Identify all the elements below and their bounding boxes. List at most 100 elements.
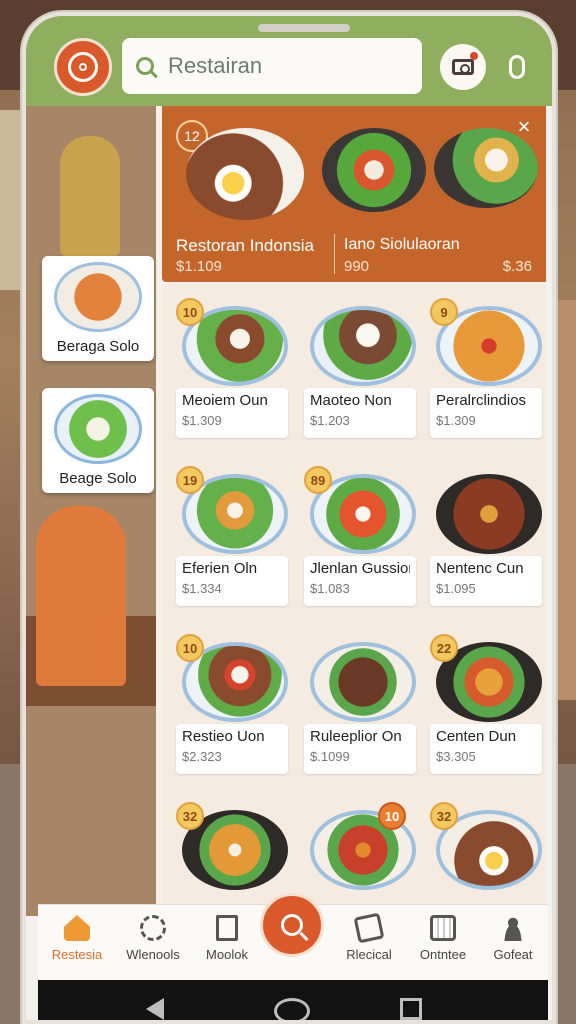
diner-illustration bbox=[60, 136, 120, 256]
nav-label: Gofeat bbox=[493, 947, 533, 962]
menu-item-price: $3.305 bbox=[436, 749, 476, 764]
menu-item-name: Peralrclindios bbox=[436, 392, 527, 409]
home-button-icon[interactable] bbox=[274, 998, 310, 1020]
menu-item-name: Meoiem Oun bbox=[182, 392, 268, 409]
menu-card[interactable]: 89 Jlenlan Gussions $1.083 bbox=[294, 456, 418, 616]
menu-card-badge: 9 bbox=[430, 298, 458, 326]
menu-item-name: Ruleeplior On bbox=[310, 728, 402, 745]
menu-item-price: $1.334 bbox=[182, 581, 222, 596]
nav-item-home[interactable]: Restesia bbox=[42, 915, 112, 962]
menu-card[interactable]: 9 Peralrclindios $1.309 bbox=[420, 288, 544, 448]
home-icon bbox=[64, 915, 90, 941]
dish-image bbox=[54, 262, 142, 332]
search-icon bbox=[281, 914, 303, 936]
nav-label: Restesia bbox=[51, 947, 103, 962]
dish-image bbox=[310, 642, 416, 722]
menu-card[interactable]: Ruleeplior On $.1099 bbox=[294, 624, 418, 784]
nav-label: Ontntee bbox=[419, 947, 467, 962]
dish-image bbox=[434, 128, 538, 208]
document-icon bbox=[216, 915, 238, 941]
side-card-label: Beraga Solo bbox=[56, 338, 140, 355]
menu-card-badge: 32 bbox=[176, 802, 204, 830]
bottom-navigation: Restesia Wlenools Moolok Rlecical Ontnte… bbox=[38, 893, 548, 980]
featured-price: 990 bbox=[344, 258, 370, 275]
nav-label: Rlecical bbox=[346, 947, 392, 962]
camera-icon bbox=[452, 59, 474, 75]
menu-card[interactable]: 19 Eferien Oln $1.334 bbox=[166, 456, 290, 616]
camera-button[interactable] bbox=[440, 44, 486, 90]
menu-card-info: Meoiem Oun $1.309 bbox=[176, 388, 288, 438]
search-icon bbox=[136, 57, 154, 75]
microphone-icon bbox=[509, 55, 525, 79]
nav-item-book[interactable]: Moolok bbox=[192, 915, 262, 962]
nav-item-menus[interactable]: Wlenools bbox=[118, 915, 188, 962]
menu-card[interactable]: 10 Meoiem Oun $1.309 bbox=[166, 288, 290, 448]
pen-icon bbox=[353, 912, 385, 944]
menu-card[interactable]: 32 bbox=[166, 792, 290, 916]
restaurant-scene bbox=[26, 106, 156, 916]
menu-card-badge: 10 bbox=[378, 802, 406, 830]
back-icon[interactable] bbox=[146, 998, 164, 1020]
menu-card-info: Centen Dun $3.305 bbox=[430, 724, 542, 774]
menu-card-info: Nentenc Cun $1.095 bbox=[430, 556, 542, 606]
nav-item-profile[interactable]: Gofeat bbox=[478, 915, 548, 962]
menu-item-price: $1.203 bbox=[310, 413, 350, 428]
menu-card-info: Eferien Oln $1.334 bbox=[176, 556, 288, 606]
menu-item-price: $1.095 bbox=[436, 581, 476, 596]
featured-title: Restoran Indonsia bbox=[176, 236, 314, 255]
nav-label: Wlenools bbox=[126, 947, 180, 962]
dish-image bbox=[54, 394, 142, 464]
menu-card-badge: 89 bbox=[304, 466, 332, 494]
featured-price: $1.109 bbox=[176, 258, 222, 275]
search-fab-button[interactable] bbox=[260, 893, 324, 957]
menu-item-price: $1.309 bbox=[436, 413, 476, 428]
dish-image bbox=[436, 474, 542, 554]
menu-card-badge: 10 bbox=[176, 298, 204, 326]
side-card-label: Beage Solo bbox=[59, 470, 137, 487]
menu-card-badge: 32 bbox=[430, 802, 458, 830]
menu-item-name: Nentenc Cun bbox=[436, 560, 524, 577]
microphone-button[interactable] bbox=[500, 46, 534, 88]
menu-item-price: $2.323 bbox=[182, 749, 222, 764]
menu-card-badge: 19 bbox=[176, 466, 204, 494]
menu-card[interactable]: Nentenc Cun $1.095 bbox=[420, 456, 544, 616]
app-logo-button[interactable] bbox=[54, 38, 112, 96]
featured-price: $.36 bbox=[502, 258, 532, 275]
dish-image bbox=[322, 128, 426, 212]
system-navigation-bar bbox=[38, 980, 548, 1020]
recents-icon[interactable] bbox=[400, 998, 422, 1020]
featured-divider bbox=[334, 234, 335, 274]
menu-card[interactable]: Maoteo Non $1.203 bbox=[294, 288, 418, 448]
side-card[interactable]: Beraga Solo bbox=[42, 256, 154, 361]
menu-grid: 10 Meoiem Oun $1.309 Maoteo Non $1.203 9… bbox=[162, 284, 546, 916]
dish-image bbox=[186, 128, 304, 220]
menu-item-price: $.1099 bbox=[310, 749, 350, 764]
menu-item-name: Eferien Oln bbox=[182, 560, 258, 577]
featured-title: Iano Siolulaoran bbox=[344, 236, 460, 253]
side-card[interactable]: Beage Solo bbox=[42, 388, 154, 493]
menu-card[interactable]: 10 Restieo Uon $2.323 bbox=[166, 624, 290, 784]
menu-item-price: $1.083 bbox=[310, 581, 350, 596]
nav-item-content[interactable]: Ontntee bbox=[408, 915, 478, 962]
menu-item-name: Maoteo Non bbox=[310, 392, 392, 409]
phone-notch bbox=[258, 24, 350, 32]
menu-card-badge: 10 bbox=[176, 634, 204, 662]
menu-item-name: Jlenlan Gussions bbox=[310, 560, 410, 577]
search-input[interactable] bbox=[168, 53, 398, 79]
search-bar[interactable] bbox=[122, 38, 422, 94]
menu-card[interactable]: 32 bbox=[420, 792, 544, 916]
calendar-icon bbox=[430, 915, 456, 941]
menu-item-price: $1.309 bbox=[182, 413, 222, 428]
menu-card-info: Peralrclindios $1.309 bbox=[430, 388, 542, 438]
menu-card-badge: 22 bbox=[430, 634, 458, 662]
nav-item-recipe[interactable]: Rlecical bbox=[334, 912, 404, 962]
menu-card[interactable]: 22 Centen Dun $3.305 bbox=[420, 624, 544, 784]
menu-card[interactable]: 10 bbox=[294, 792, 418, 916]
top-bar bbox=[26, 16, 552, 106]
nav-label: Moolok bbox=[206, 947, 248, 962]
featured-banner[interactable]: 12 × Restoran Indonsia Iano Siolulaoran … bbox=[162, 106, 546, 282]
notification-dot bbox=[470, 52, 478, 60]
gear-icon bbox=[140, 915, 166, 941]
phone-frame: Beraga Solo Beage Solo 12 × Restoran Ind… bbox=[22, 12, 556, 1024]
dish-image bbox=[310, 306, 416, 386]
